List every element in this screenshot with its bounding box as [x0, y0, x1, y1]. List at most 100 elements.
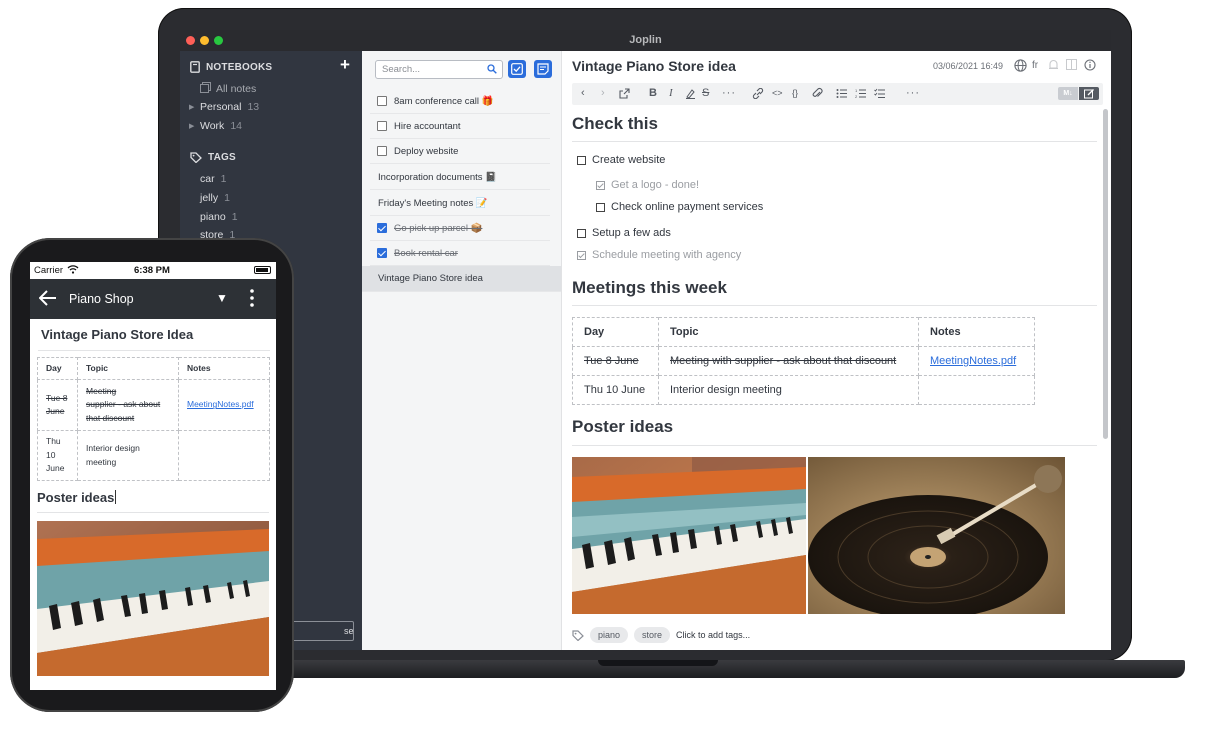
editor-toolbar: ‹ › B I S ··· <> {} 12 ··· M↓ — [572, 83, 1103, 105]
strikethrough-icon[interactable]: S — [702, 87, 709, 99]
attachment-link[interactable]: MeetingNotes.pdf — [187, 399, 254, 409]
notebook-title[interactable]: Piano Shop — [69, 292, 134, 306]
more-vertical-icon[interactable] — [250, 289, 254, 307]
add-notebook-icon[interactable]: + — [340, 55, 350, 75]
search-icon[interactable] — [487, 64, 497, 74]
highlight-icon[interactable] — [685, 88, 696, 99]
spellcheck-language[interactable]: fr — [1032, 60, 1038, 71]
tag-pill[interactable]: store — [634, 627, 671, 643]
tag-pill[interactable]: piano — [590, 627, 629, 643]
todo-checkbox[interactable] — [577, 228, 586, 238]
wifi-icon — [67, 265, 79, 274]
note-title-input[interactable]: Vintage Piano Store idea — [572, 58, 736, 74]
todo-checkbox[interactable] — [577, 250, 586, 260]
todo-text: Create website — [592, 154, 666, 166]
sidebar-tag-piano[interactable]: piano 1 — [200, 211, 238, 223]
note-list-item[interactable]: Friday's Meeting notes 📝 — [370, 191, 550, 216]
layout-toggle-icon[interactable] — [1066, 59, 1077, 70]
todo-text: Schedule meeting with agency — [592, 249, 742, 261]
attachment-link[interactable]: MeetingNotes.pdf — [930, 355, 1016, 367]
note-date[interactable]: 03/06/2021 16:49 — [933, 61, 1003, 71]
sidebar-tag-jelly[interactable]: jelly 1 — [200, 192, 230, 204]
code-block-icon[interactable]: {} — [792, 88, 798, 98]
todo-checkbox[interactable] — [377, 223, 387, 233]
tag-name: jelly — [200, 192, 219, 204]
new-note-icon — [537, 63, 549, 75]
markdown-editor-toggle[interactable]: M↓ — [1058, 87, 1078, 100]
tag-icon[interactable] — [572, 629, 584, 641]
search-input[interactable]: Search... — [375, 60, 503, 79]
todo-checkbox[interactable] — [577, 155, 586, 165]
note-list-item[interactable]: Hire accountant — [370, 114, 550, 139]
more-options-icon[interactable]: ··· — [906, 87, 920, 99]
new-todo-button[interactable] — [508, 60, 526, 78]
tags-header[interactable]: TAGS — [190, 152, 236, 163]
todo-item[interactable]: Schedule meeting with agency — [577, 249, 741, 261]
note-list-item[interactable]: Incorporation documents 📓 — [370, 165, 550, 190]
note-list-item-selected[interactable]: Vintage Piano Store idea — [362, 266, 561, 292]
status-bar: Carrier 6:38 PM — [30, 262, 276, 279]
note-list-item[interactable]: 8am conference call 🎁 — [370, 89, 550, 114]
notebook-count: 13 — [247, 101, 260, 113]
todo-checkbox[interactable] — [377, 121, 387, 131]
mobile-app-screen: Carrier 6:38 PM Piano Shop ▼ Vintage Pia… — [30, 262, 276, 690]
code-icon[interactable]: <> — [772, 88, 783, 98]
mobile-poster-heading[interactable]: Poster ideas — [37, 490, 117, 505]
sync-button-label: se — [344, 626, 354, 636]
bullet-list-icon[interactable] — [836, 88, 848, 99]
checklist-icon[interactable] — [874, 88, 886, 99]
todo-item[interactable]: Setup a few ads — [577, 227, 671, 239]
more-format-icon[interactable]: ··· — [722, 87, 736, 99]
globe-icon[interactable] — [1014, 59, 1027, 72]
mobile-meetings-table: Day Topic Notes Tue 8 June Meeting supplie… — [37, 357, 270, 481]
sidebar-tag-car[interactable]: car 1 — [200, 173, 226, 185]
table-cell: Interior design meeting — [77, 430, 179, 481]
todo-item[interactable]: Create website — [577, 154, 665, 166]
info-icon[interactable] — [1084, 59, 1096, 71]
attach-icon[interactable] — [812, 87, 823, 99]
sidebar-notebook-work[interactable]: Work 14 — [200, 120, 242, 132]
mobile-note-title[interactable]: Vintage Piano Store Idea — [41, 327, 193, 342]
bold-icon[interactable]: B — [649, 87, 657, 99]
forward-icon[interactable]: › — [601, 87, 605, 99]
table-header: Notes — [918, 317, 1035, 347]
link-icon[interactable] — [752, 88, 764, 99]
editor-scrollbar[interactable] — [1103, 109, 1108, 439]
todo-checkbox[interactable] — [377, 146, 387, 156]
note-editor: Vintage Piano Store idea 03/06/2021 16:4… — [563, 51, 1111, 650]
tag-icon — [190, 152, 202, 163]
heading-poster-ideas: Poster ideas — [572, 417, 674, 436]
mobile-piano-image[interactable] — [37, 521, 269, 676]
back-arrow-icon[interactable] — [39, 290, 57, 306]
add-tags-link[interactable]: Click to add tags... — [676, 630, 750, 640]
todo-item[interactable]: Get a logo - done! — [596, 179, 699, 191]
alarm-icon[interactable] — [1048, 59, 1059, 71]
synchronise-button[interactable]: se — [292, 621, 354, 641]
italic-icon[interactable]: I — [669, 87, 673, 99]
todo-checkbox[interactable] — [377, 248, 387, 258]
piano-poster-image[interactable] — [572, 457, 806, 614]
table-cell: Meeting supplier - ask about that discount — [77, 379, 179, 431]
expand-work-icon[interactable]: ▶ — [189, 122, 194, 130]
todo-item[interactable]: Check online payment services — [596, 201, 763, 213]
back-icon[interactable]: ‹ — [581, 87, 585, 99]
rich-text-editor-toggle[interactable] — [1079, 87, 1099, 100]
todo-checkbox[interactable] — [596, 180, 605, 190]
heading-divider — [572, 141, 1097, 142]
expand-personal-icon[interactable]: ▶ — [189, 103, 194, 111]
new-note-button[interactable] — [534, 60, 552, 78]
turntable-poster-image[interactable] — [808, 457, 1065, 614]
numbered-list-icon[interactable]: 12 — [855, 88, 867, 99]
heading-divider — [572, 445, 1097, 446]
dropdown-icon[interactable]: ▼ — [216, 291, 228, 305]
note-list-item[interactable]: Deploy website — [370, 139, 550, 164]
all-notes-item[interactable]: All notes — [200, 82, 256, 95]
notebooks-header[interactable]: NOTEBOOKS — [190, 61, 272, 73]
todo-checkbox[interactable] — [596, 202, 605, 212]
note-list-item[interactable]: Book rental car — [370, 241, 550, 266]
external-edit-icon[interactable] — [619, 88, 630, 99]
battery-icon — [254, 266, 271, 274]
sidebar-notebook-personal[interactable]: Personal 13 — [200, 101, 259, 113]
todo-checkbox[interactable] — [377, 96, 387, 106]
note-list-item[interactable]: Go pick up parcel 📦 — [370, 216, 550, 241]
